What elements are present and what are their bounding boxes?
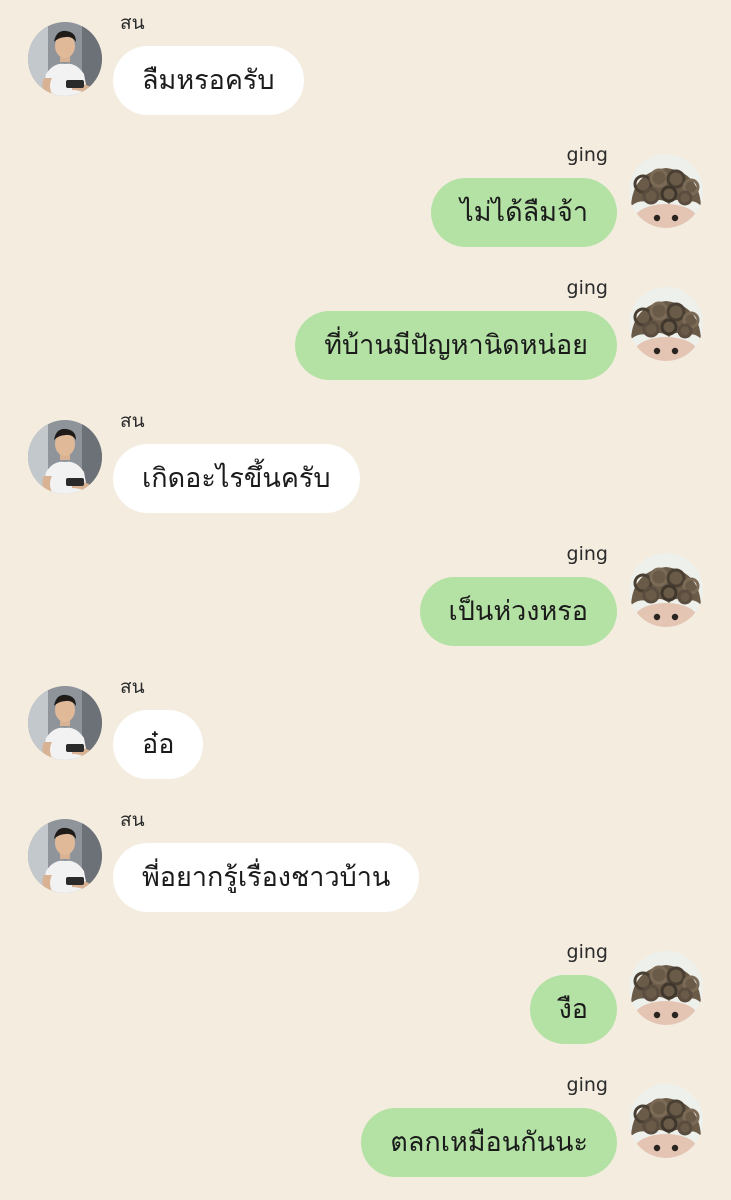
self-avatar[interactable] bbox=[629, 1084, 703, 1158]
sender-name: ging bbox=[566, 1074, 608, 1096]
message-bubble[interactable]: ตลกเหมือนกันนะ bbox=[361, 1108, 617, 1177]
sender-name: สน bbox=[120, 12, 145, 34]
sender-name: ging bbox=[566, 144, 608, 166]
message-bubble[interactable]: เกิดอะไรขึ้นครับ bbox=[113, 444, 360, 513]
sender-name: สน bbox=[120, 809, 145, 831]
sender-name: ging bbox=[566, 941, 608, 963]
message-bubble[interactable]: งือ bbox=[529, 975, 617, 1044]
message-bubble[interactable]: ที่บ้านมีปัญหานิดหน่อย bbox=[295, 311, 617, 380]
sender-avatar[interactable] bbox=[28, 819, 102, 893]
self-avatar[interactable] bbox=[629, 553, 703, 627]
self-avatar[interactable] bbox=[629, 287, 703, 361]
message-bubble[interactable]: พี่อยากรู้เรื่องชาวบ้าน bbox=[113, 843, 420, 912]
sender-name: สน bbox=[120, 410, 145, 432]
sender-name: ging bbox=[566, 277, 608, 299]
message-bubble[interactable]: อ๋อ bbox=[113, 710, 204, 779]
message-bubble[interactable]: ลืมหรอครับ bbox=[113, 46, 304, 115]
self-avatar[interactable] bbox=[629, 154, 703, 228]
sender-name: ging bbox=[566, 543, 608, 565]
message-bubble[interactable]: ไม่ได้ลืมจ้า bbox=[431, 178, 617, 247]
self-avatar[interactable] bbox=[629, 951, 703, 1025]
sender-avatar[interactable] bbox=[28, 22, 102, 96]
sender-avatar[interactable] bbox=[28, 686, 102, 760]
sender-avatar[interactable] bbox=[28, 420, 102, 494]
sender-name: สน bbox=[120, 676, 145, 698]
message-bubble[interactable]: เป็นห่วงหรอ bbox=[419, 577, 617, 646]
